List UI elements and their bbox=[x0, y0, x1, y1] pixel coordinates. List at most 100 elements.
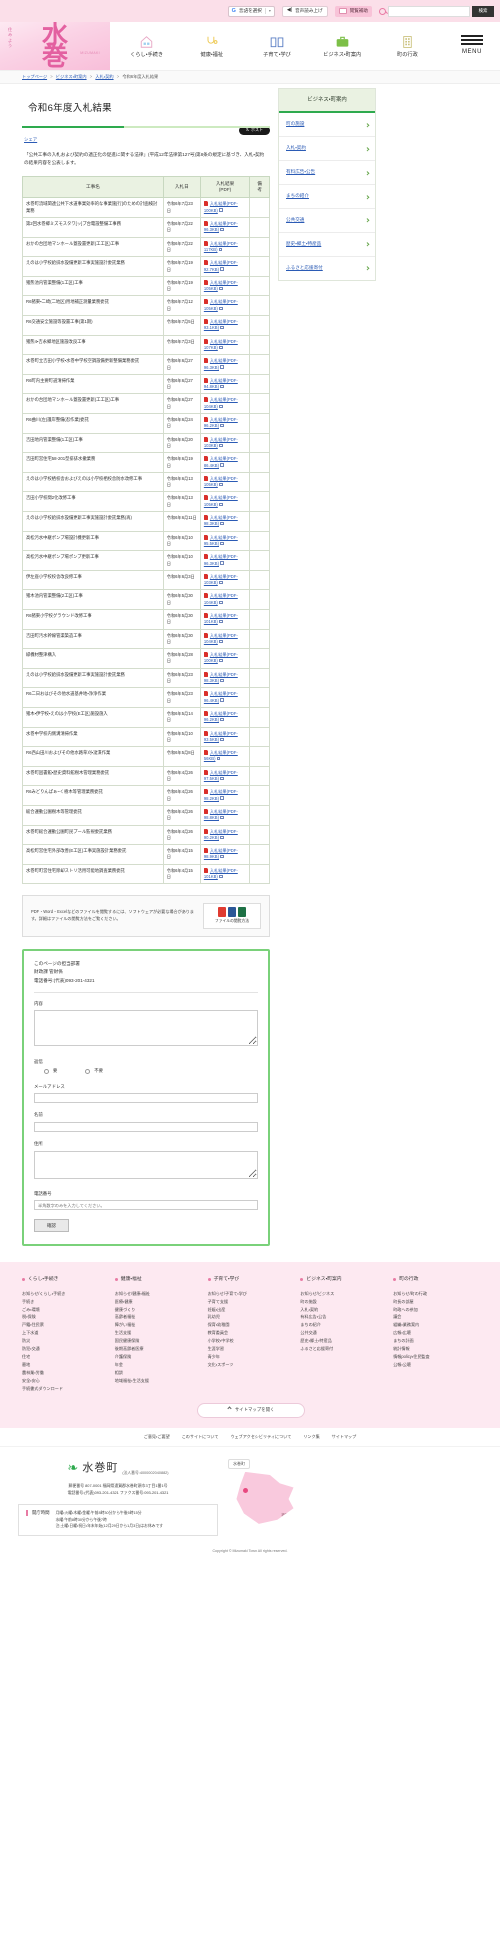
site-logo[interactable]: 住みよう 水巻 MIZUMAKI bbox=[0, 22, 110, 70]
reply-radio-no[interactable]: 不要 bbox=[85, 1068, 103, 1074]
footer-utility-link-1[interactable]: このサイトについて bbox=[182, 1434, 219, 1440]
footer-link-item[interactable]: 組織・業務案内 bbox=[393, 1321, 480, 1329]
footer-link-item[interactable]: 乳幼児 bbox=[208, 1313, 295, 1321]
footer-link-item[interactable]: 歴史・郷土・特産品 bbox=[300, 1337, 387, 1345]
footer-link-item[interactable]: 高齢者福祉 bbox=[115, 1313, 202, 1321]
footer-link-item[interactable]: 統計情報 bbox=[393, 1345, 480, 1353]
footer-link-item[interactable]: 町長の部屋 bbox=[393, 1298, 480, 1306]
share-link[interactable]: シェア bbox=[24, 137, 37, 142]
menu-button[interactable]: MENU bbox=[444, 22, 500, 70]
footer-org-info: ❧ 水巻町 (法人番号:4000002040882) 郵便番号 807-0001… bbox=[0, 1446, 500, 1545]
file-viewer-help-card[interactable]: ファイルの閲覧方法 bbox=[203, 903, 261, 929]
footer-link-item[interactable]: 生涯学習 bbox=[208, 1345, 295, 1353]
footer-link-item[interactable]: お知らせ/ビジネス bbox=[300, 1290, 387, 1298]
footer-link-item[interactable]: 住宅 bbox=[22, 1353, 109, 1361]
footer-link-item[interactable]: 小学校・中学校 bbox=[208, 1337, 295, 1345]
footer-link-item[interactable]: 保育・幼稚園 bbox=[208, 1321, 295, 1329]
phone-field[interactable] bbox=[34, 1200, 258, 1211]
footer-link-item[interactable]: 生活支援 bbox=[115, 1329, 202, 1337]
content-textarea[interactable] bbox=[34, 1010, 258, 1047]
sidebar-item-3[interactable]: まちの紹介 bbox=[279, 185, 375, 209]
sitemap-button[interactable]: サイトマップを開く bbox=[197, 1403, 305, 1418]
footer-link-item[interactable]: まちの計画 bbox=[393, 1337, 480, 1345]
footer-link-item[interactable]: 町の施設 bbox=[300, 1298, 387, 1306]
footer-link-item[interactable]: 防犯・交通 bbox=[22, 1345, 109, 1353]
footer-link-item[interactable]: お知らせ/健康・福祉 bbox=[115, 1290, 202, 1298]
language-select[interactable]: G 言語を選択 ▾ bbox=[227, 5, 275, 17]
external-link-icon bbox=[220, 561, 224, 565]
footer-link-item[interactable]: 子育て支援 bbox=[208, 1298, 295, 1306]
search-input[interactable] bbox=[388, 5, 470, 17]
footer-link-item[interactable]: お知らせ/子育て・学び bbox=[208, 1290, 295, 1298]
footer-link-item[interactable]: 手続書式ダウンロード bbox=[22, 1385, 109, 1393]
main-column: 令和6年度入札結果 𝕏 ポスト シェア 「公共工事の入札および契約の適正化の促進… bbox=[22, 84, 270, 1247]
footer-link-item[interactable]: 手続き bbox=[22, 1298, 109, 1306]
footer-link-item[interactable]: 妊娠・出産 bbox=[208, 1306, 295, 1314]
footer-link-item[interactable]: 文化・スポーツ bbox=[208, 1361, 295, 1369]
footer-link-item[interactable]: 上下水道 bbox=[22, 1329, 109, 1337]
footer-link-item[interactable]: 健康づくり bbox=[115, 1306, 202, 1314]
name-field[interactable] bbox=[34, 1121, 258, 1132]
sidebar-item-2[interactable]: 有料広告・公告 bbox=[279, 161, 375, 186]
footer-link-item[interactable]: 広報・広聴 bbox=[393, 1329, 480, 1337]
sidebar-item-0[interactable]: 町の施設 bbox=[279, 113, 375, 138]
text-to-speech-button[interactable]: ◀| 音声読み上げ bbox=[281, 5, 328, 17]
confirm-button[interactable]: 確認 bbox=[34, 1219, 69, 1233]
footer-link-item[interactable]: 墓地 bbox=[22, 1361, 109, 1369]
footer-link-item[interactable]: 医療・健康 bbox=[115, 1298, 202, 1306]
footer-link-item[interactable]: 町政への参加 bbox=[393, 1306, 480, 1314]
footer-link-item[interactable]: ふるさと応援寄付 bbox=[300, 1345, 387, 1353]
footer-link-item[interactable]: まちの紹介 bbox=[300, 1321, 387, 1329]
footer-link-item[interactable]: お知らせ/町の行政 bbox=[393, 1290, 480, 1298]
footer-link-item[interactable]: 年金 bbox=[115, 1361, 202, 1369]
sidebar-item-1[interactable]: 入札・契約 bbox=[279, 137, 375, 162]
footer-link-item[interactable]: 介護保険 bbox=[115, 1353, 202, 1361]
column-header-note-line1: 備 bbox=[257, 180, 262, 186]
reading-assist-button[interactable]: 閲覧補助 bbox=[334, 5, 372, 17]
footer-link-item[interactable]: 公共交通 bbox=[300, 1329, 387, 1337]
breadcrumb-item-0[interactable]: トップページ bbox=[22, 74, 47, 79]
footer-link-item[interactable]: 安全・安心 bbox=[22, 1377, 109, 1385]
footer-link-item[interactable]: 後期高齢者医療 bbox=[115, 1345, 202, 1353]
reply-radio-yes[interactable]: 要 bbox=[44, 1068, 57, 1074]
footer-link-item[interactable]: 障がい福祉 bbox=[115, 1321, 202, 1329]
footer-links: ご意見・ご要望 このサイトについて ウェブアクセシビリティについて リンク集 サイトマッ… bbox=[0, 1427, 500, 1447]
breadcrumb-item-1[interactable]: ビジネス・町案内 bbox=[56, 74, 87, 79]
footer-link-item[interactable]: 地域福祉・生活支援 bbox=[115, 1377, 202, 1385]
footer-link-item[interactable]: 青少年 bbox=[208, 1353, 295, 1361]
email-field[interactable] bbox=[34, 1093, 258, 1104]
breadcrumb-item-2[interactable]: 入札・契約 bbox=[95, 74, 113, 79]
footer-link-item[interactable]: 戸籍・住民票 bbox=[22, 1321, 109, 1329]
sidebar-item-6[interactable]: ふるさと応援寄付 bbox=[279, 257, 375, 280]
footer-utility-link-4[interactable]: サイトマップ bbox=[332, 1434, 357, 1440]
pdf-download-link[interactable]: 入札結果(PDF-56KB) bbox=[204, 750, 238, 761]
nav-item-gyosei[interactable]: 町の行政 bbox=[375, 33, 440, 60]
nav-item-kurashi[interactable]: くらし・手続き bbox=[114, 33, 179, 60]
nav-item-kenko[interactable]: 健康・福祉 bbox=[179, 33, 244, 60]
footer-link-item[interactable]: 税・保険 bbox=[22, 1313, 109, 1321]
nav-item-business[interactable]: ビジネス・町案内 bbox=[310, 33, 375, 60]
footer-link-item[interactable]: 情報policy・住民監査 bbox=[393, 1353, 480, 1361]
map-badge: 水巻町 bbox=[228, 1458, 250, 1469]
nav-item-kosodate[interactable]: 子育て・学び bbox=[244, 33, 309, 60]
footer-link-item[interactable]: お知らせ/くらし・手続き bbox=[22, 1290, 109, 1298]
footer-utility-link-2[interactable]: ウェブアクセシビリティについて bbox=[230, 1434, 291, 1440]
footer-link-item[interactable]: ごみ・環境 bbox=[22, 1306, 109, 1314]
footer-utility-link-0[interactable]: ご意見・ご要望 bbox=[144, 1434, 170, 1440]
footer-link-item[interactable]: 入札・契約 bbox=[300, 1306, 387, 1314]
footer-link-item[interactable]: 国民健康保険 bbox=[115, 1337, 202, 1345]
footer-link-item[interactable]: 有料広告・公告 bbox=[300, 1313, 387, 1321]
footer-link-item[interactable]: 農林業・労働 bbox=[22, 1369, 109, 1377]
footer-utility-link-3[interactable]: リンク集 bbox=[303, 1434, 319, 1440]
search-button[interactable]: 検索 bbox=[472, 5, 494, 17]
footer-link-item[interactable]: 議会 bbox=[393, 1313, 480, 1321]
address-textarea[interactable] bbox=[34, 1150, 258, 1179]
footer-link-item[interactable]: 相談 bbox=[115, 1369, 202, 1377]
sidebar-item-4[interactable]: 公共交通 bbox=[279, 209, 375, 233]
table-row: 第2回水巻郷ミズモスタワ[ッ]プ台電設整備工事務 令和6年7月22日 入札結果(PD… bbox=[22, 217, 270, 238]
sidebar-item-label: 入札・契約 bbox=[286, 145, 306, 151]
footer-link-item[interactable]: 公報・公聴 bbox=[393, 1361, 480, 1369]
sidebar-item-5[interactable]: 歴史・郷土・特産品 bbox=[279, 233, 375, 257]
footer-link-item[interactable]: 防災 bbox=[22, 1337, 109, 1345]
footer-link-item[interactable]: 教育委員会 bbox=[208, 1329, 295, 1337]
